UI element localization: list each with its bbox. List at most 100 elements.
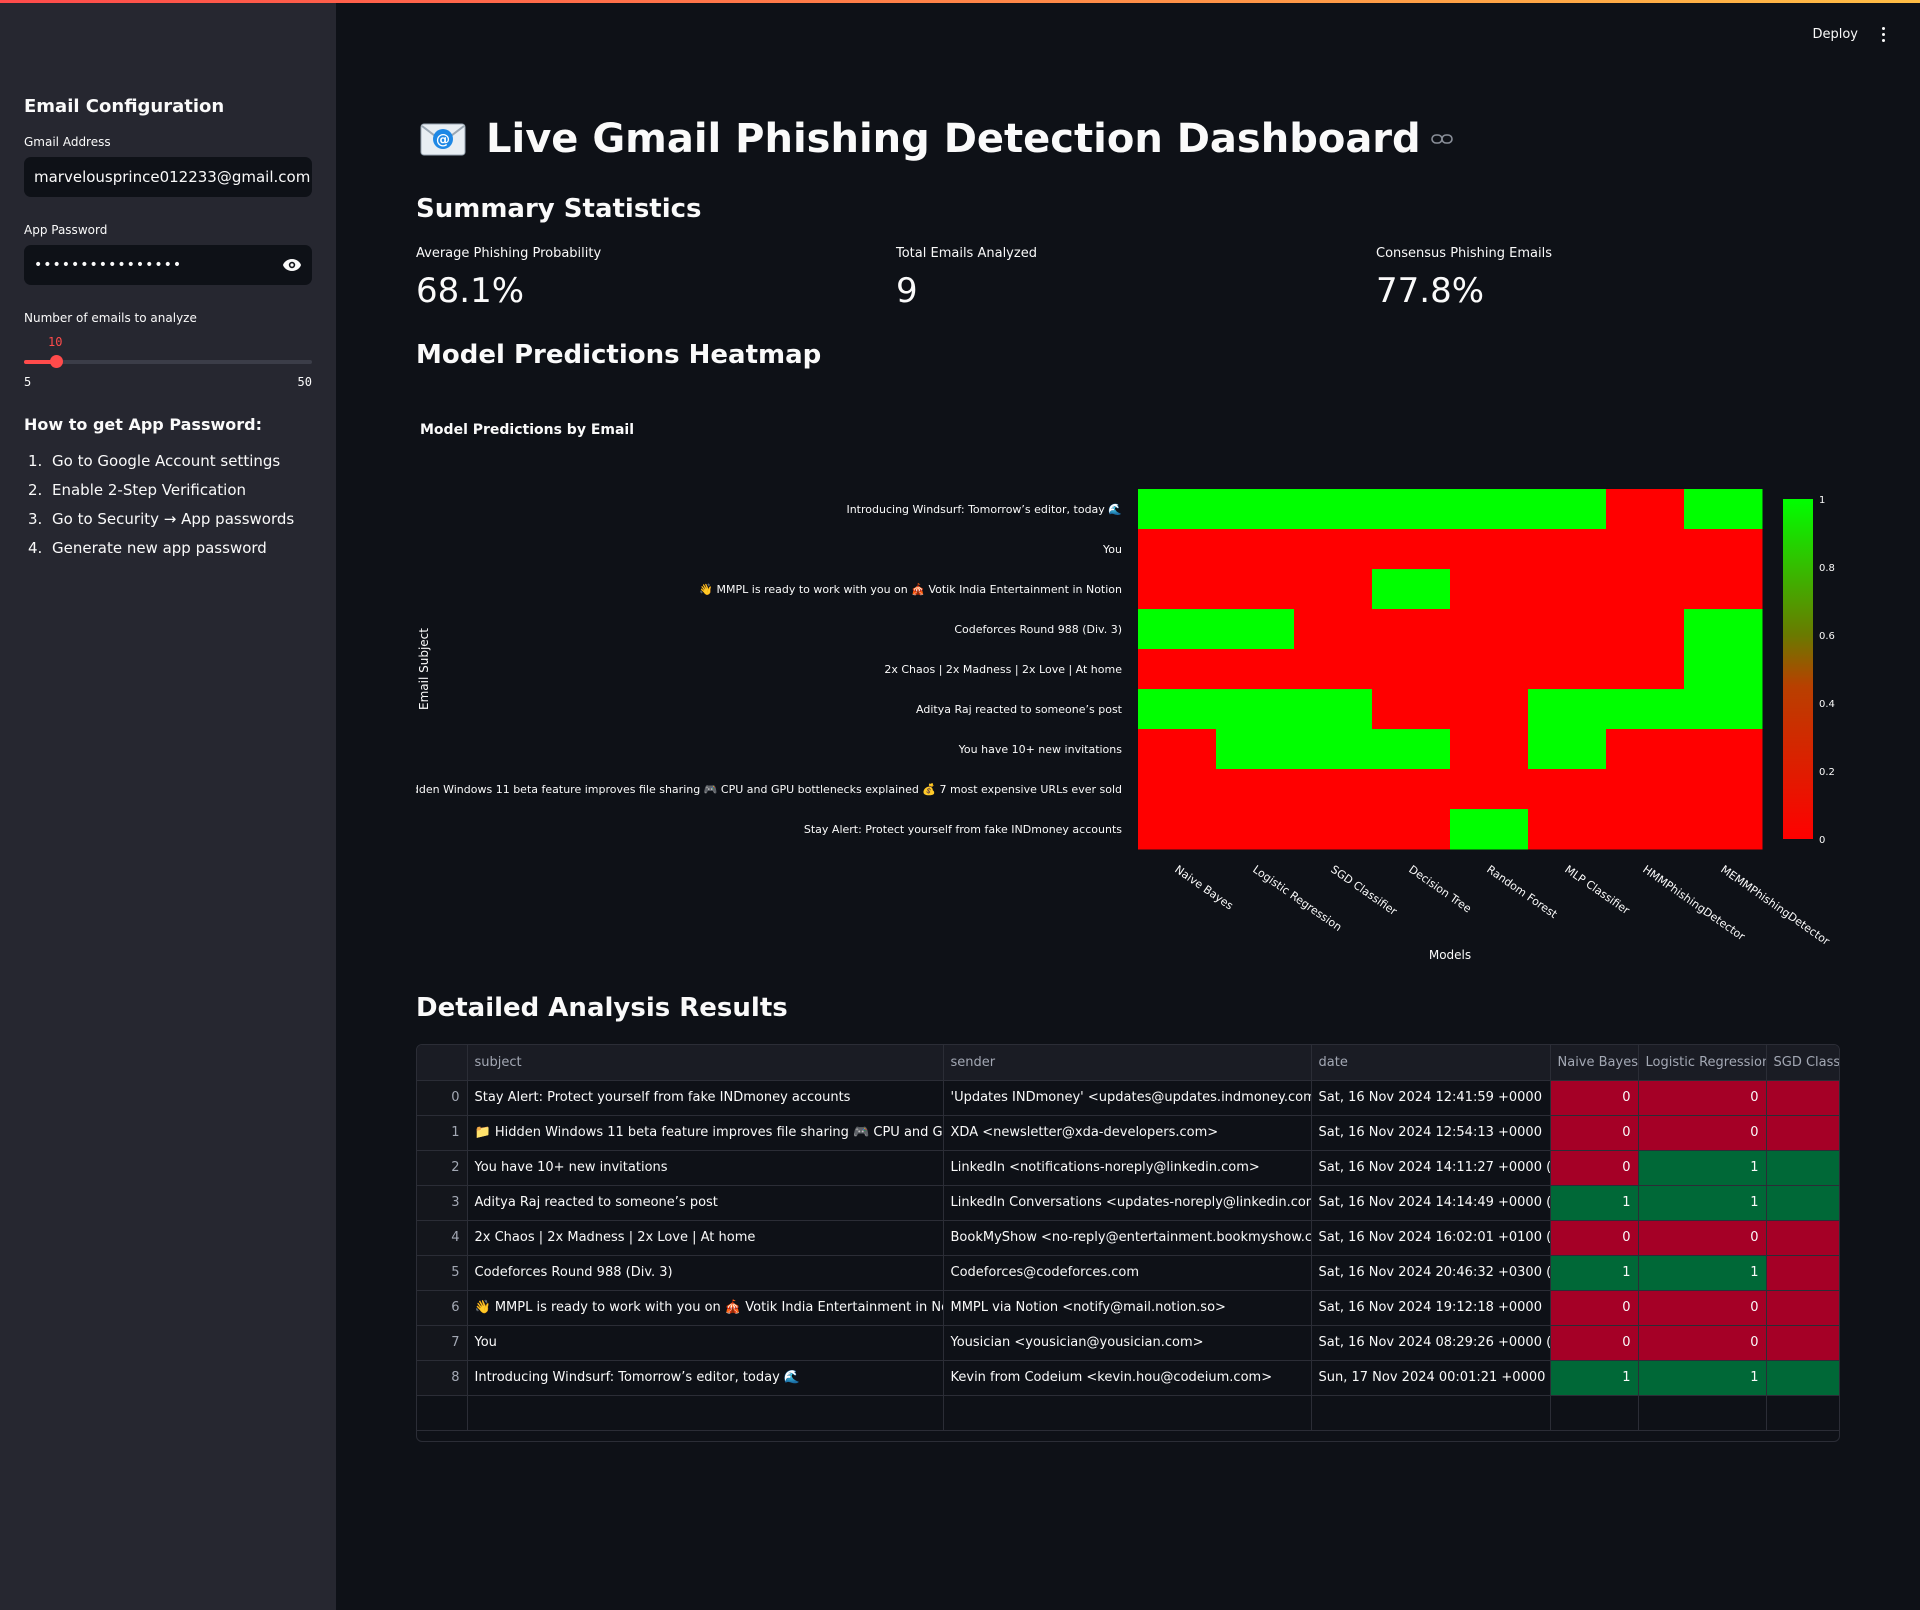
cell-nb-prediction[interactable]: 0 bbox=[1550, 1080, 1639, 1116]
heatmap-heading: Model Predictions Heatmap bbox=[416, 340, 822, 370]
cell-sender[interactable]: LinkedIn Conversations <updates-noreply@… bbox=[943, 1185, 1312, 1221]
column-header-naive-bayes[interactable]: Naive Bayes bbox=[1550, 1045, 1639, 1081]
cell-sgd-prediction[interactable] bbox=[1766, 1150, 1839, 1186]
table-row[interactable]: 1 📁 Hidden Windows 11 beta feature improv… bbox=[417, 1115, 1839, 1151]
heatmap-cell bbox=[1450, 489, 1529, 530]
cell-sgd-prediction[interactable] bbox=[1766, 1290, 1839, 1326]
column-header-sender[interactable]: sender bbox=[943, 1045, 1312, 1081]
cell-date[interactable]: Sat, 16 Nov 2024 14:11:27 +0000 (UTC) bbox=[1311, 1150, 1551, 1186]
app-password-input[interactable]: •••••••••••••••• bbox=[24, 245, 312, 285]
cell-date[interactable]: Sat, 16 Nov 2024 16:02:01 +0100 (CET) bbox=[1311, 1220, 1551, 1256]
cell-sender[interactable]: 'Updates INDmoney' <updates@updates.indm… bbox=[943, 1080, 1312, 1116]
cell-subject[interactable]: Codeforces Round 988 (Div. 3) bbox=[467, 1255, 944, 1291]
cell-lr-prediction[interactable]: 0 bbox=[1638, 1115, 1767, 1151]
cell-nb-prediction[interactable]: 1 bbox=[1550, 1185, 1639, 1221]
empty-cell[interactable] bbox=[467, 1395, 944, 1431]
heatmap-svg[interactable]: Introducing Windsurf: Tomorrow’s editor,… bbox=[416, 398, 1840, 978]
cell-nb-prediction[interactable]: 0 bbox=[1550, 1115, 1639, 1151]
table-empty-row[interactable] bbox=[417, 1395, 1839, 1431]
cell-sender[interactable]: Codeforces@codeforces.com bbox=[943, 1255, 1312, 1291]
cell-lr-prediction[interactable]: 0 bbox=[1638, 1325, 1767, 1361]
cell-subject[interactable]: 👋 MMPL is ready to work with you on 🎪 Vo… bbox=[467, 1290, 944, 1326]
table-row[interactable]: 3 Aditya Raj reacted to someone’s post Lin… bbox=[417, 1185, 1839, 1221]
cell-sgd-prediction[interactable] bbox=[1766, 1220, 1839, 1256]
howto-title: How to get App Password: bbox=[24, 415, 262, 434]
eye-icon[interactable] bbox=[282, 258, 302, 272]
cell-lr-prediction[interactable]: 1 bbox=[1638, 1360, 1767, 1396]
cell-sgd-prediction[interactable] bbox=[1766, 1115, 1839, 1151]
column-header-index[interactable] bbox=[417, 1045, 468, 1081]
cell-subject[interactable]: You have 10+ new invitations bbox=[467, 1150, 944, 1186]
cell-sgd-prediction[interactable] bbox=[1766, 1360, 1839, 1396]
cell-sender[interactable]: XDA <newsletter@xda-developers.com> bbox=[943, 1115, 1312, 1151]
empty-cell[interactable] bbox=[417, 1395, 468, 1431]
cell-subject[interactable]: Stay Alert: Protect yourself from fake I… bbox=[467, 1080, 944, 1116]
cell-nb-prediction[interactable]: 0 bbox=[1550, 1325, 1639, 1361]
empty-cell[interactable] bbox=[1638, 1395, 1767, 1431]
cell-date[interactable]: Sat, 16 Nov 2024 19:12:18 +0000 bbox=[1311, 1290, 1551, 1326]
cell-nb-prediction[interactable]: 0 bbox=[1550, 1290, 1639, 1326]
howto-step: 2. Enable 2-Step Verification bbox=[24, 481, 312, 499]
table-row[interactable]: 7 You Yousician <yousician@yousician.com> S… bbox=[417, 1325, 1839, 1361]
cell-nb-prediction[interactable]: 1 bbox=[1550, 1255, 1639, 1291]
table-row[interactable]: 6 👋 MMPL is ready to work with you on 🎪 V… bbox=[417, 1290, 1839, 1326]
cell-subject[interactable]: You bbox=[467, 1325, 944, 1361]
empty-cell[interactable] bbox=[1311, 1395, 1551, 1431]
column-header-logistic-regression[interactable]: Logistic Regression bbox=[1638, 1045, 1767, 1081]
cell-subject[interactable]: Aditya Raj reacted to someone’s post bbox=[467, 1185, 944, 1221]
cell-lr-prediction[interactable]: 1 bbox=[1638, 1150, 1767, 1186]
cell-subject[interactable]: 📁 Hidden Windows 11 beta feature improve… bbox=[467, 1115, 944, 1151]
cell-date[interactable]: Sat, 16 Nov 2024 08:29:26 +0000 (UTC) bbox=[1311, 1325, 1551, 1361]
cell-lr-prediction[interactable]: 0 bbox=[1638, 1220, 1767, 1256]
email-count-slider[interactable]: 10 5 50 bbox=[24, 333, 312, 397]
empty-cell[interactable] bbox=[1550, 1395, 1639, 1431]
table-row[interactable]: 8 Introducing Windsurf: Tomorrow’s editor… bbox=[417, 1360, 1839, 1396]
cell-sender[interactable]: Yousician <yousician@yousician.com> bbox=[943, 1325, 1312, 1361]
cell-lr-prediction[interactable]: 1 bbox=[1638, 1185, 1767, 1221]
cell-sgd-prediction[interactable] bbox=[1766, 1255, 1839, 1291]
main-menu-icon[interactable] bbox=[1882, 27, 1886, 45]
step-number: 1. bbox=[28, 452, 43, 470]
cell-sender[interactable]: BookMyShow <no-reply@entertainment.bookm… bbox=[943, 1220, 1312, 1256]
cell-nb-prediction[interactable]: 0 bbox=[1550, 1220, 1639, 1256]
column-header-sgd-classifier[interactable]: SGD Classifier bbox=[1766, 1045, 1839, 1081]
heatmap-chart[interactable]: Model Predictions by Email Introducing W… bbox=[416, 398, 1840, 978]
slider-thumb[interactable] bbox=[49, 355, 63, 368]
table-row[interactable]: 5 Codeforces Round 988 (Div. 3) Codeforces… bbox=[417, 1255, 1839, 1291]
table-row[interactable]: 4 2x Chaos | 2x Madness | 2x Love | At ho… bbox=[417, 1220, 1839, 1256]
empty-cell[interactable] bbox=[943, 1395, 1312, 1431]
column-header-subject[interactable]: subject bbox=[467, 1045, 944, 1081]
cell-lr-prediction[interactable]: 0 bbox=[1638, 1290, 1767, 1326]
heatmap-cell bbox=[1450, 729, 1529, 770]
cell-lr-prediction[interactable]: 1 bbox=[1638, 1255, 1767, 1291]
cell-sgd-prediction[interactable] bbox=[1766, 1325, 1839, 1361]
table-row[interactable]: 0 Stay Alert: Protect yourself from fake … bbox=[417, 1080, 1839, 1116]
cell-subject[interactable]: 2x Chaos | 2x Madness | 2x Love | At hom… bbox=[467, 1220, 944, 1256]
results-table[interactable]: subject sender date Naive Bayes Logistic… bbox=[416, 1044, 1840, 1442]
cell-sgd-prediction[interactable] bbox=[1766, 1185, 1839, 1221]
deploy-button[interactable]: Deploy bbox=[1812, 27, 1858, 42]
y-tick-label: 👋 MMPL is ready to work with you on 🎪 Vo… bbox=[699, 583, 1122, 596]
slider-track[interactable] bbox=[24, 360, 312, 364]
cell-date[interactable]: Sun, 17 Nov 2024 00:01:21 +0000 bbox=[1311, 1360, 1551, 1396]
empty-cell[interactable] bbox=[1766, 1395, 1839, 1431]
cell-sgd-prediction[interactable] bbox=[1766, 1080, 1839, 1116]
cell-date[interactable]: Sat, 16 Nov 2024 12:54:13 +0000 bbox=[1311, 1115, 1551, 1151]
cell-nb-prediction[interactable]: 0 bbox=[1550, 1150, 1639, 1186]
table-row[interactable]: 2 You have 10+ new invitations LinkedIn <n… bbox=[417, 1150, 1839, 1186]
link-icon[interactable] bbox=[1430, 133, 1453, 145]
cell-sender[interactable]: Kevin from Codeium <kevin.hou@codeium.co… bbox=[943, 1360, 1312, 1396]
column-header-date[interactable]: date bbox=[1311, 1045, 1551, 1081]
cell-nb-prediction[interactable]: 1 bbox=[1550, 1360, 1639, 1396]
cell-date[interactable]: Sat, 16 Nov 2024 20:46:32 +0300 (MSK) bbox=[1311, 1255, 1551, 1291]
cell-sender[interactable]: LinkedIn <notifications-noreply@linkedin… bbox=[943, 1150, 1312, 1186]
cell-date[interactable]: Sat, 16 Nov 2024 12:41:59 +0000 bbox=[1311, 1080, 1551, 1116]
heatmap-cell bbox=[1606, 769, 1685, 810]
cell-subject[interactable]: Introducing Windsurf: Tomorrow’s editor,… bbox=[467, 1360, 944, 1396]
envelope-icon: @ bbox=[420, 123, 466, 156]
cell-lr-prediction[interactable]: 0 bbox=[1638, 1080, 1767, 1116]
y-tick-label: Stay Alert: Protect yourself from fake I… bbox=[804, 823, 1122, 836]
cell-date[interactable]: Sat, 16 Nov 2024 14:14:49 +0000 (UTC) bbox=[1311, 1185, 1551, 1221]
cell-sender[interactable]: MMPL via Notion <notify@mail.notion.so> bbox=[943, 1290, 1312, 1326]
gmail-address-input[interactable]: marvelousprince012233@gmail.com bbox=[24, 157, 312, 197]
